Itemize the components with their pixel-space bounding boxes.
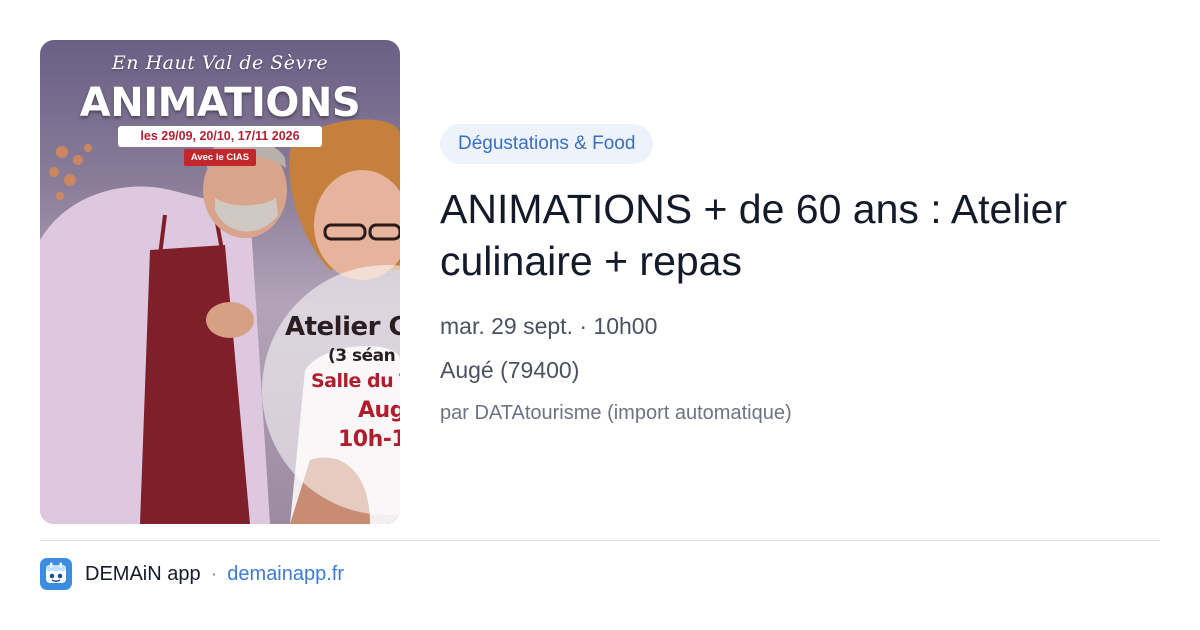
poster-tagline: En Haut Val de Sèvre	[111, 52, 329, 74]
poster-line-sessions: (3 séan	[328, 346, 396, 366]
link-preview-card[interactable]: En Haut Val de Sèvre ANIMATIONS les 29/0…	[0, 0, 1200, 630]
app-name: DEMAiN app	[85, 562, 201, 585]
poster-dates: les 29/09, 20/10, 17/11 2026	[118, 126, 322, 147]
event-title[interactable]: ANIMATIONS + de 60 ans : Atelier culinai…	[440, 183, 1160, 287]
footer-separator: ·	[210, 562, 218, 585]
demain-app-icon	[40, 558, 72, 590]
poster-line-town: Auge	[358, 398, 400, 423]
category-badge: Dégustations & Food	[440, 124, 654, 164]
poster-line-venue: Salle du T	[311, 370, 400, 392]
poster-headline: ANIMATIONS	[79, 80, 361, 126]
event-location: Augé (79400)	[440, 357, 580, 383]
event-poster-image: En Haut Val de Sèvre ANIMATIONS les 29/0…	[40, 40, 400, 524]
footer: DEMAiN app · demainapp.fr	[40, 558, 344, 590]
poster-line-activity: Atelier Cu	[285, 312, 400, 342]
event-source: par DATAtourisme (import automatique)	[440, 402, 792, 424]
poster-line-hours: 10h-1	[338, 427, 400, 452]
footer-divider	[40, 540, 1160, 541]
event-datetime: mar. 29 sept. · 10h00	[440, 313, 658, 339]
poster-partner-badge: Avec le CIAS	[184, 149, 256, 166]
app-domain-link[interactable]: demainapp.fr	[227, 563, 344, 586]
